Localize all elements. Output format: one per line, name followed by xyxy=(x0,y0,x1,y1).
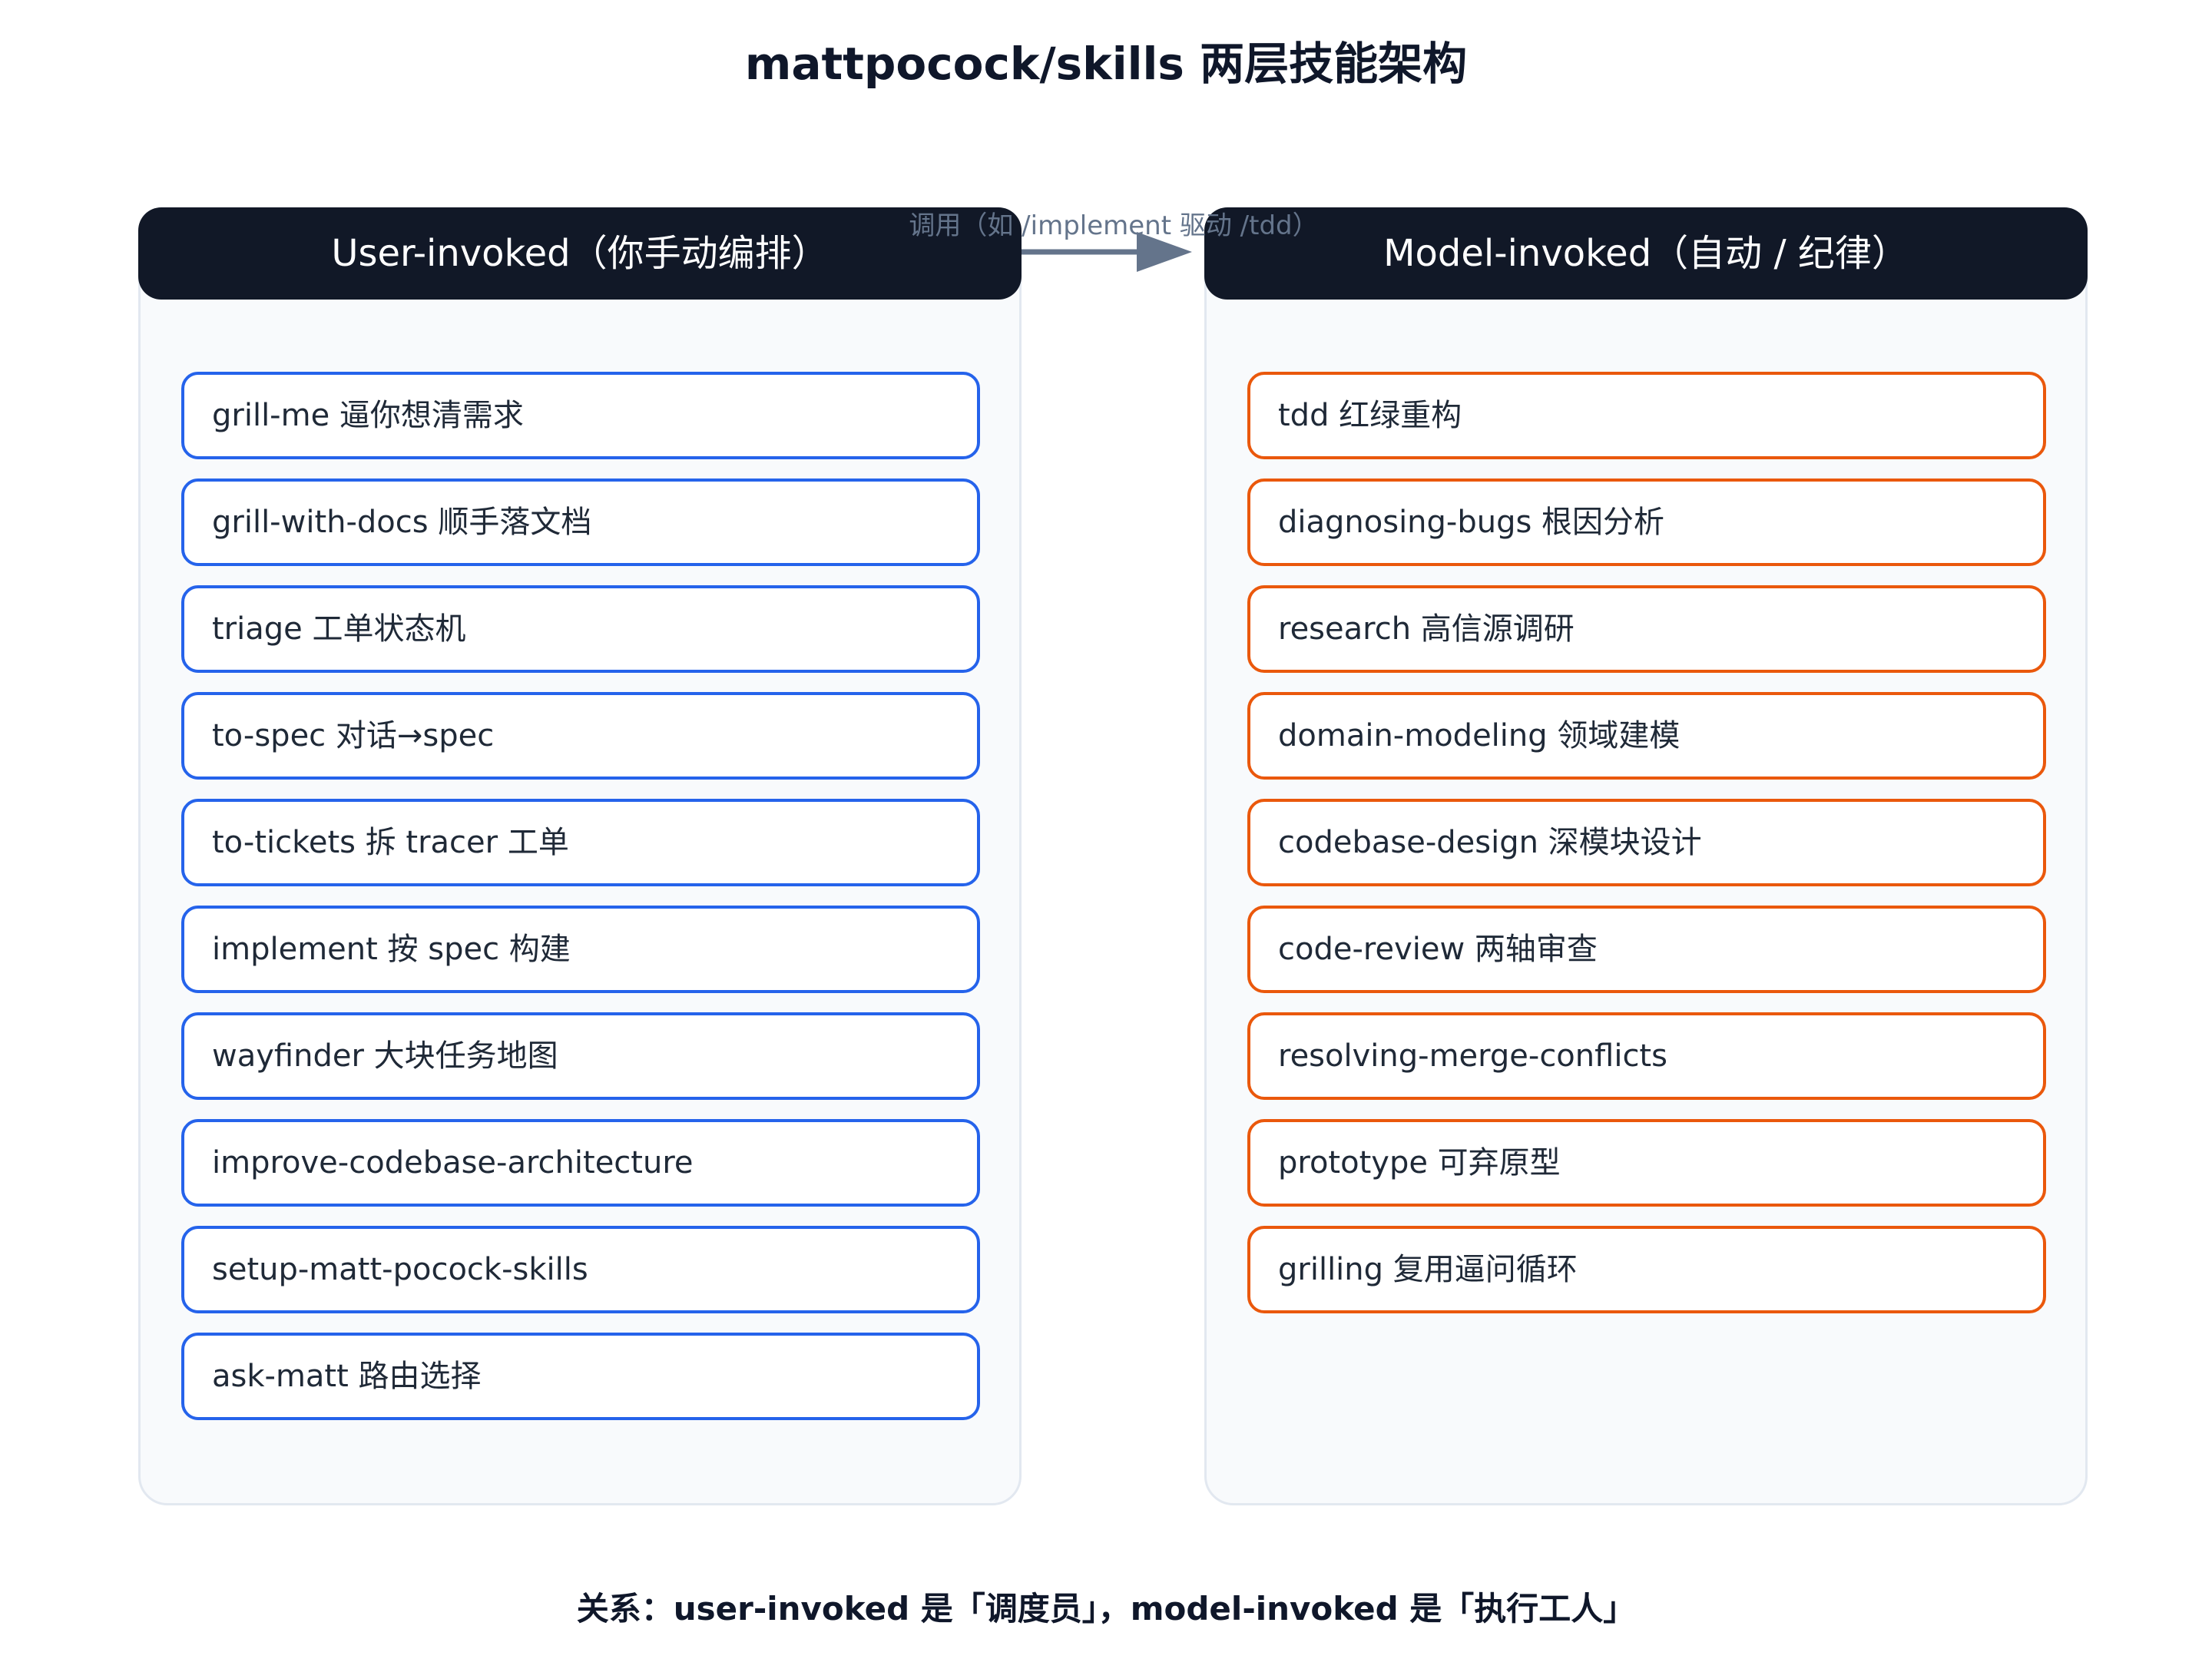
user-skill-item: setup-matt-pocock-skills xyxy=(181,1226,980,1313)
model-skill-item: code-review 两轴审查 xyxy=(1247,906,2046,993)
model-invoked-panel: Model-invoked（自动 / 纪律） tdd 红绿重构 diagnosi… xyxy=(1204,207,2088,1505)
user-skill-item: wayfinder 大块任务地图 xyxy=(181,1012,980,1100)
model-skill-item: tdd 红绿重构 xyxy=(1247,372,2046,459)
user-skill-item: grill-with-docs 顺手落文档 xyxy=(181,478,980,566)
user-skill-item: ask-matt 路由选择 xyxy=(181,1333,980,1420)
model-skill-item: domain-modeling 领域建模 xyxy=(1247,692,2046,780)
user-skill-item: to-spec 对话→spec xyxy=(181,692,980,780)
model-skill-item: diagnosing-bugs 根因分析 xyxy=(1247,478,2046,566)
model-skill-item: research 高信源调研 xyxy=(1247,585,2046,673)
diagram-title: mattpocock/skills 两层技能架构 xyxy=(744,38,1468,90)
user-invoked-header: User-invoked（你手动编排） xyxy=(138,207,1022,300)
model-skill-item: resolving-merge-conflicts xyxy=(1247,1012,2046,1100)
model-skill-item: grilling 复用逼问循环 xyxy=(1247,1226,2046,1313)
invoke-edge-label: 调用（如 /implement 驱动 /tdd） xyxy=(909,210,1319,241)
user-skill-item: to-tickets 拆 tracer 工单 xyxy=(181,799,980,886)
user-invoked-panel: User-invoked（你手动编排） grill-me 逼你想清需求 gril… xyxy=(138,207,1022,1505)
model-invoked-header: Model-invoked（自动 / 纪律） xyxy=(1204,207,2088,300)
model-skill-item: codebase-design 深模块设计 xyxy=(1247,799,2046,886)
model-invoked-list: tdd 红绿重构 diagnosing-bugs 根因分析 research 高… xyxy=(1247,372,2046,1333)
user-invoked-list: grill-me 逼你想清需求 grill-with-docs 顺手落文档 tr… xyxy=(181,372,980,1439)
user-skill-item: triage 工单状态机 xyxy=(181,585,980,673)
user-skill-item: improve-codebase-architecture xyxy=(181,1119,980,1207)
user-skill-item: implement 按 spec 构建 xyxy=(181,906,980,993)
user-skill-item: grill-me 逼你想清需求 xyxy=(181,372,980,459)
relationship-footnote: 关系：user-invoked 是「调度员」，model-invoked 是「执… xyxy=(576,1590,1636,1628)
model-skill-item: prototype 可弃原型 xyxy=(1247,1119,2046,1207)
